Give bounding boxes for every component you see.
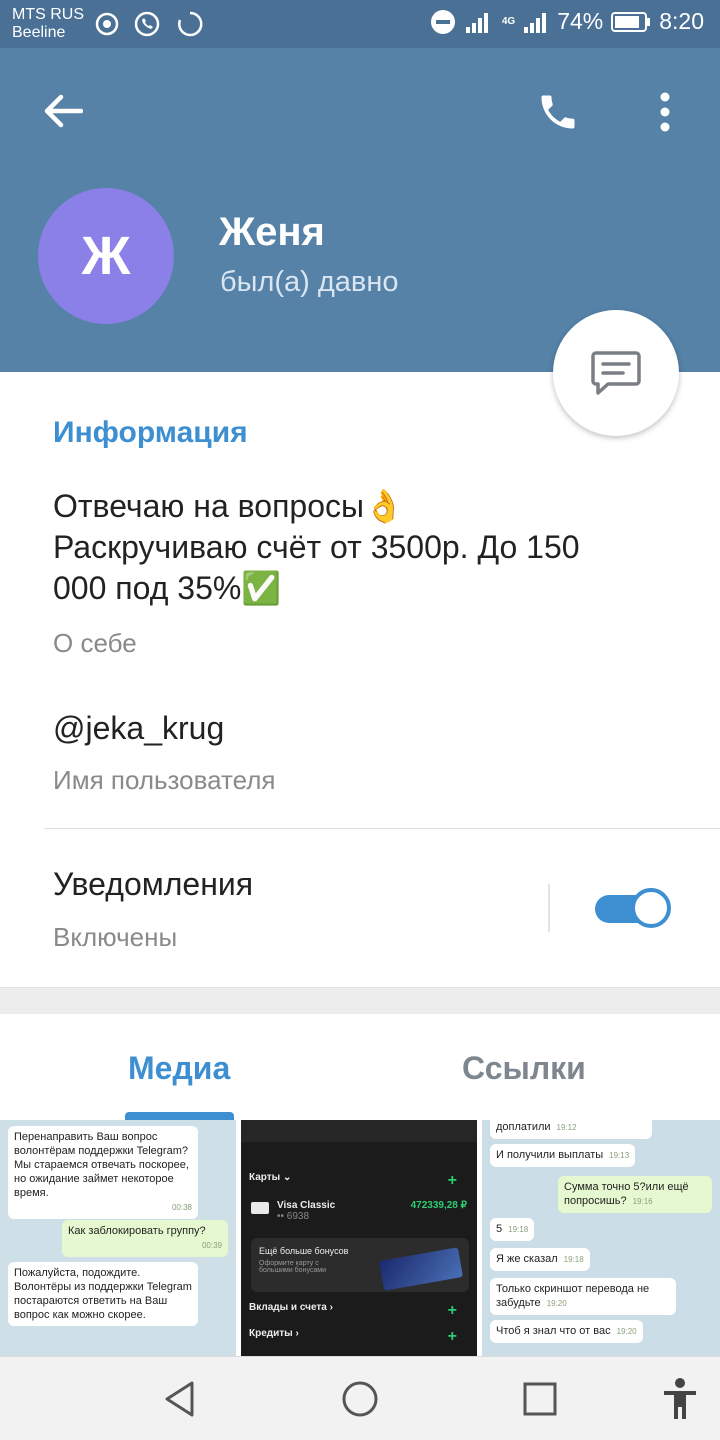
signal-2-icon — [524, 12, 547, 33]
avatar-letter: Ж — [81, 226, 131, 286]
call-button[interactable] — [534, 88, 582, 136]
tab-media[interactable]: Медиа — [128, 1050, 230, 1087]
deposits-label: Вклады и счета — [249, 1302, 327, 1313]
card-name: Visa Classic — [277, 1200, 336, 1211]
tab-links[interactable]: Ссылки — [462, 1050, 586, 1087]
info-section-title: Информация — [53, 416, 248, 449]
username[interactable]: @jeka_krug — [53, 710, 224, 747]
bio-caption: О себе — [53, 628, 137, 658]
avatar[interactable]: Ж — [38, 188, 174, 324]
network-type: 4G — [501, 16, 516, 27]
battery-percent: 74% — [557, 8, 604, 34]
bio-line: Отвечаю на вопросы👌 — [53, 488, 404, 524]
bubble-time: 00:38 — [171, 1203, 192, 1212]
carrier-line2: Beeline — [12, 24, 66, 41]
bonus-title: Ещё больше бонусов — [259, 1246, 349, 1256]
divider — [44, 828, 720, 829]
square-recents-icon — [523, 1382, 557, 1416]
battery-icon — [611, 11, 651, 32]
carrier-info: MTS RUS Beeline — [12, 6, 84, 42]
whatsapp-icon — [134, 11, 160, 37]
media-thumbnail[interactable]: доплатили 19:12 И получили выплаты 19:13 С… — [482, 1120, 720, 1356]
nav-home-button[interactable] — [336, 1375, 384, 1423]
circle-home-icon — [342, 1381, 378, 1417]
chat-bubble: Сумма точно 5?или ещё попросишь? 19:16 — [558, 1176, 712, 1213]
toggle-knob — [631, 888, 671, 928]
triangle-back-icon — [165, 1381, 194, 1417]
cards-label: Карты ⌄ + — [249, 1172, 457, 1189]
hotspot-icon — [95, 12, 119, 36]
chat-bubble: Перенаправить Ваш вопрос волонтёрам подд… — [8, 1126, 198, 1219]
bio-line: 000 под 35%✅ — [53, 570, 282, 606]
send-message-button[interactable] — [553, 310, 679, 436]
bubble-text: Как заблокировать группу? — [68, 1225, 206, 1237]
more-button[interactable] — [650, 88, 680, 136]
bonus-subtitle: Оформите карту с большими бонусами — [259, 1260, 326, 1274]
status-bar: MTS RUS Beeline 4G 74% 8:20 — [0, 0, 720, 48]
card-icon — [251, 1202, 269, 1214]
card-number: •• 6938 — [277, 1211, 310, 1222]
bio-line: Раскручиваю счёт от 3500р. До 150 — [53, 529, 580, 565]
bubble-text: Мы стараемся отвечать поскорее, но ожида… — [14, 1159, 189, 1199]
notifications-toggle[interactable] — [595, 888, 671, 928]
nav-back-button[interactable] — [156, 1375, 204, 1423]
chat-bubble: И получили выплаты 19:13 — [490, 1144, 636, 1167]
card-image — [379, 1247, 463, 1291]
status-right: 4G 74% 8:20 — [430, 8, 704, 35]
phone-icon — [541, 95, 575, 129]
tab-indicator — [125, 1112, 234, 1120]
navigation-bar — [0, 1356, 720, 1440]
sync-icon — [178, 11, 203, 37]
chat-bubble: доплатили 19:12 — [490, 1120, 652, 1139]
more-vertical-icon — [660, 92, 670, 132]
username-caption: Имя пользователя — [53, 765, 276, 795]
media-thumbnail[interactable]: Перенаправить Ваш вопрос волонтёрам подд… — [0, 1120, 236, 1356]
signal-icon — [465, 12, 488, 33]
vertical-divider — [548, 884, 550, 932]
arrow-left-icon — [44, 94, 83, 128]
notifications-title[interactable]: Уведомления — [53, 866, 253, 903]
card-balance: 472339,28 ₽ — [410, 1200, 467, 1211]
section-gap — [0, 987, 720, 1014]
bubble-text: Перенаправить Ваш вопрос волонтёрам подд… — [14, 1131, 188, 1157]
clock: 8:20 — [659, 8, 704, 34]
chat-bubble: Чтоб я знал что от вас 19:20 — [490, 1320, 643, 1343]
nav-accessibility-button[interactable] — [656, 1375, 704, 1423]
notifications-status: Включены — [53, 922, 178, 952]
do-not-disturb-icon — [430, 9, 455, 34]
media-thumbnail[interactable]: Карты ⌄ + Visa Classic 472339,28 ₽ •• 693… — [241, 1120, 477, 1356]
chat-bubble: Как заблокировать группу? 00:39 — [62, 1220, 228, 1257]
contact-name: Женя — [219, 210, 325, 254]
message-icon — [591, 351, 641, 395]
credits-label: Кредиты — [249, 1328, 293, 1339]
chat-bubble: Я же сказал 19:18 — [490, 1248, 590, 1271]
bubble-time: 00:39 — [201, 1241, 222, 1250]
accessibility-icon — [664, 1378, 696, 1419]
bubble-text: Пожалуйста, подождите. Волонтёры из подд… — [14, 1267, 192, 1321]
carrier-line1: MTS RUS — [12, 6, 84, 23]
nav-recents-button[interactable] — [516, 1375, 564, 1423]
chat-bubble: 5 19:18 — [490, 1218, 535, 1241]
chat-bubble: Только скриншот перевода не забудьте 19:2… — [490, 1278, 676, 1315]
chat-bubble: Пожалуйста, подождите. Волонтёры из подд… — [8, 1262, 198, 1326]
last-seen: был(а) давно — [220, 266, 399, 298]
bio-text[interactable]: Отвечаю на вопросы👌 Раскручиваю счёт от … — [53, 486, 693, 609]
bonus-banner: Ещё больше бонусов Оформите карту с боль… — [251, 1238, 469, 1292]
back-button[interactable] — [40, 88, 86, 134]
